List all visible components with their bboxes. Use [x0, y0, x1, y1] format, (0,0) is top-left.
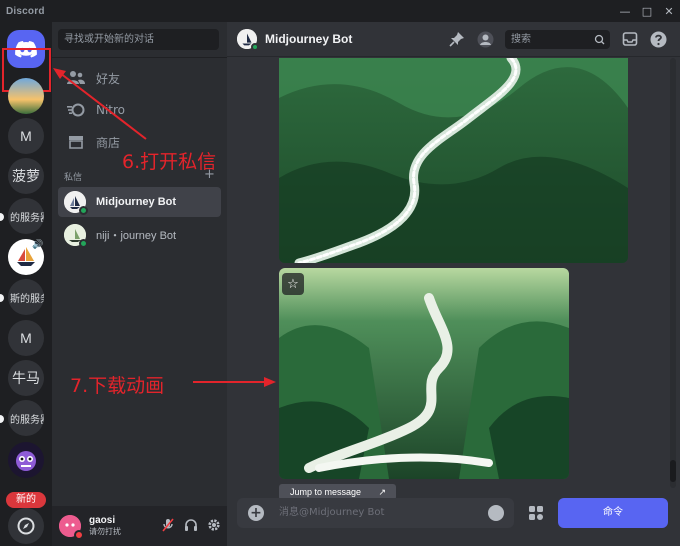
command-button[interactable]: 命令	[558, 498, 668, 528]
divider	[52, 57, 227, 58]
apps-button[interactable]	[523, 498, 549, 528]
favorite-button[interactable]: ☆	[282, 273, 304, 295]
profile-icon	[477, 31, 493, 47]
gear-icon	[208, 519, 220, 531]
headphones-icon	[185, 519, 197, 531]
chat-search-input[interactable]: 搜索	[505, 30, 610, 49]
explore-servers-button[interactable]	[8, 508, 44, 544]
dm-section-title: 私信	[64, 173, 83, 183]
dm-panel: 寻找或开始新的对话 好友 Nitro 商店 私信 + Midjourney Bo…	[52, 22, 227, 546]
nav-nitro[interactable]: Nitro	[58, 96, 221, 124]
dm-item-midjourney[interactable]: Midjourney Bot	[58, 187, 221, 217]
generated-animation-image[interactable]	[279, 268, 569, 479]
avatar	[64, 224, 88, 248]
user-panel: gaosi 请勿打扰	[52, 506, 227, 546]
nav-friends[interactable]: 好友	[58, 64, 221, 92]
deafen-button[interactable]	[184, 518, 198, 532]
search-icon	[594, 30, 605, 56]
server-avatar-landscape[interactable]	[8, 78, 44, 114]
inbox-icon	[622, 32, 638, 46]
server-text-1[interactable]: 的服务器	[8, 198, 44, 234]
annotation-step7: 7.下载动画	[70, 375, 165, 397]
user-status: 请勿打扰	[89, 527, 121, 536]
server-text-2[interactable]: 斯的服务	[8, 279, 44, 315]
apps-grid-icon	[529, 506, 543, 520]
compass-icon	[17, 517, 35, 535]
star-icon: ☆	[287, 276, 299, 292]
pin-icon	[449, 32, 464, 47]
title-bar: Discord — □ ✕	[0, 0, 680, 22]
app-name: Discord	[6, 5, 45, 17]
server-avatar-purple[interactable]	[8, 442, 44, 478]
pinned-messages-button[interactable]	[448, 30, 466, 48]
online-status-dot	[79, 239, 88, 248]
scrollbar-track[interactable]	[670, 58, 676, 488]
scrollbar-thumb[interactable]	[670, 460, 676, 482]
close-button[interactable]: ✕	[658, 0, 680, 22]
dm-item-niji[interactable]: niji・journey Bot	[58, 220, 221, 250]
inbox-button[interactable]	[621, 30, 639, 48]
user-settings-button[interactable]	[207, 518, 221, 532]
server-rail: M 菠萝 的服务器 🔊 斯的服务 M 牛马 的服务器 新的	[0, 22, 52, 546]
unread-pill	[0, 415, 4, 423]
dm-item-label: Midjourney Bot	[96, 196, 177, 208]
server-text-3[interactable]: 的服务器	[8, 400, 44, 436]
help-icon	[650, 31, 666, 47]
message-input[interactable]: 消息@Midjourney Bot	[279, 498, 384, 528]
dnd-status-dot	[74, 530, 84, 540]
mic-muted-icon	[162, 518, 174, 532]
friends-icon	[66, 68, 86, 88]
server-niuma[interactable]: 牛马	[8, 360, 44, 396]
attach-plus-icon[interactable]: +	[248, 505, 264, 521]
unread-pill	[0, 294, 4, 302]
emoji-icon[interactable]	[488, 505, 504, 521]
shop-icon	[66, 132, 86, 152]
nav-shop-label: 商店	[96, 135, 121, 150]
nav-friends-label: 好友	[96, 71, 121, 86]
nitro-icon	[66, 100, 86, 120]
jump-label: Jump to message	[290, 487, 362, 497]
speaker-icon: 🔊	[32, 238, 44, 249]
user-info[interactable]: gaosi 请勿打扰	[89, 515, 121, 537]
mute-mic-button[interactable]	[161, 518, 175, 532]
nav-nitro-label: Nitro	[96, 103, 126, 117]
new-badge: 新的	[6, 492, 46, 508]
dm-item-label: niji・journey Bot	[96, 230, 177, 242]
avatar	[64, 191, 88, 215]
annotation-step6: 6.打开私信	[122, 151, 217, 173]
generated-image-grid[interactable]	[279, 58, 628, 263]
header-avatar	[237, 29, 259, 51]
user-avatar[interactable]	[59, 515, 84, 540]
server-m-1[interactable]: M	[8, 118, 44, 154]
online-status-dot	[251, 43, 259, 51]
help-button[interactable]	[649, 30, 667, 48]
unread-pill	[0, 213, 4, 221]
online-status-dot	[79, 206, 88, 215]
window-controls: — □ ✕	[614, 0, 680, 22]
user-controls	[161, 518, 221, 532]
chat-area: Midjourney Bot 搜索 ☆ Jump to message ↗ + …	[227, 22, 680, 546]
server-m-2[interactable]: M	[8, 320, 44, 356]
maximize-button[interactable]: □	[636, 0, 658, 22]
user-profile-button[interactable]	[476, 30, 494, 48]
chat-title: Midjourney Bot	[265, 32, 353, 46]
chat-search-placeholder: 搜索	[511, 34, 531, 45]
username: gaosi	[89, 515, 116, 526]
message-composer[interactable]: + 消息@Midjourney Bot	[237, 498, 514, 528]
minimize-button[interactable]: —	[614, 0, 636, 22]
dm-search-input[interactable]: 寻找或开始新的对话	[58, 29, 219, 50]
monster-avatar-icon	[16, 451, 36, 471]
server-pineapple[interactable]: 菠萝	[8, 158, 44, 194]
chat-header: Midjourney Bot 搜索	[227, 22, 680, 57]
